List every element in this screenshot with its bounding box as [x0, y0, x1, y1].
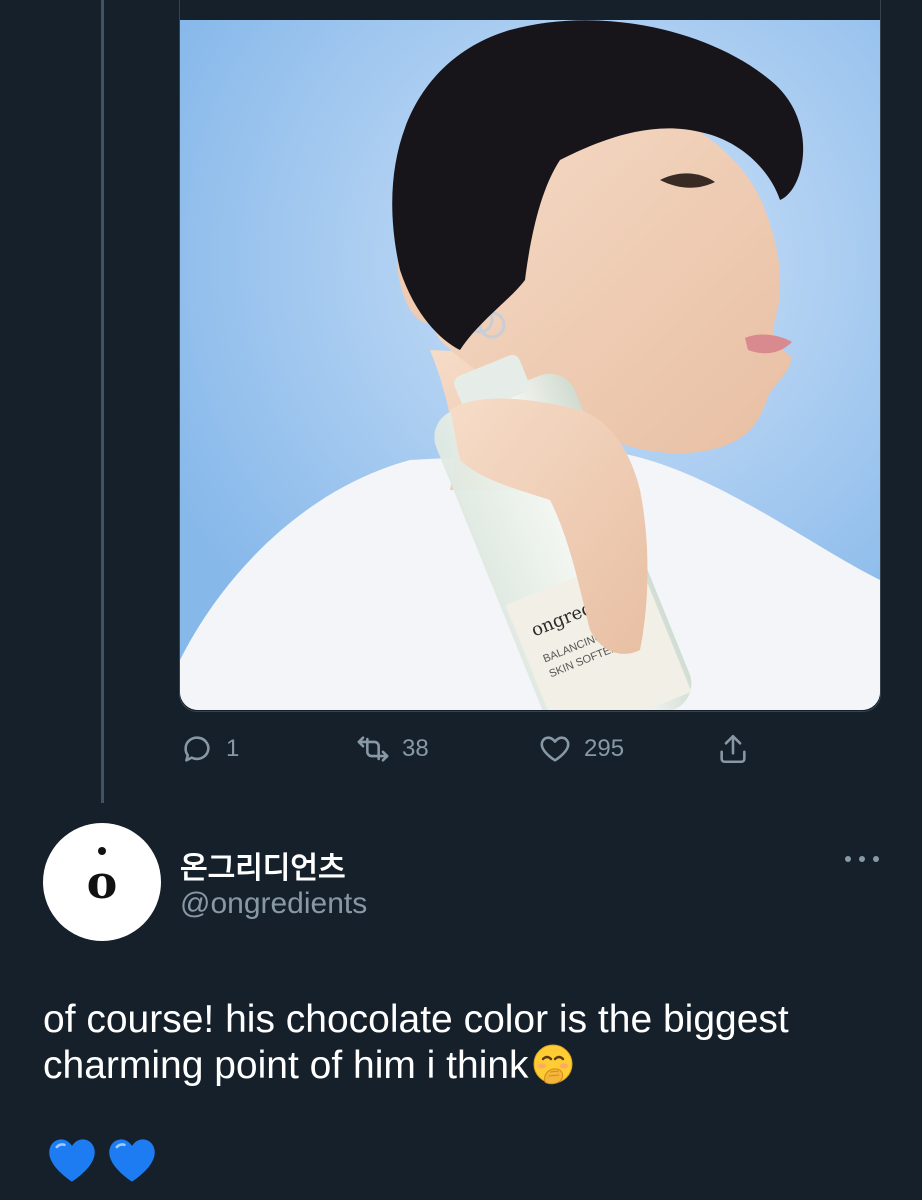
reply-count: 1	[226, 735, 240, 762]
blue-heart-icon	[106, 1136, 158, 1189]
trailing-emojis	[46, 1136, 158, 1189]
avatar-logo-dot	[98, 847, 106, 855]
share-button[interactable]	[716, 728, 762, 770]
tweet-thread-view: ongredients BALANCING SKIN SOFTENER 1 38…	[0, 0, 922, 1200]
reply-icon	[180, 732, 214, 766]
avatar-logo-letter: o	[86, 855, 118, 909]
retweet-icon	[356, 732, 390, 766]
reply-tweet-text: of course! his chocolate color is the bi…	[43, 998, 873, 1096]
like-button[interactable]: 295	[538, 728, 624, 770]
tweet-media-card[interactable]: ongredients BALANCING SKIN SOFTENER	[179, 0, 881, 712]
avatar[interactable]: o	[43, 823, 161, 941]
like-count: 295	[584, 735, 625, 762]
reply-text-body: of course! his chocolate color is the bi…	[43, 998, 789, 1087]
reply-button[interactable]: 1	[180, 728, 239, 770]
author-handle[interactable]: @ongredients	[180, 887, 367, 921]
share-icon	[716, 732, 750, 766]
blue-heart-icon	[46, 1136, 98, 1189]
retweet-count: 38	[402, 735, 429, 762]
face-with-hand-over-mouth-icon	[531, 1042, 575, 1096]
tweet-action-bar: 1 38 295	[180, 728, 780, 770]
more-options-icon[interactable]	[845, 847, 879, 871]
thread-connector-line	[101, 0, 104, 803]
avatar-logo: o	[87, 847, 117, 905]
reply-author-header: o 온그리디언츠 @ongredients	[43, 823, 879, 943]
author-display-name[interactable]: 온그리디언츠	[180, 843, 346, 887]
like-icon	[538, 732, 572, 766]
tweet-photo[interactable]: ongredients BALANCING SKIN SOFTENER	[180, 20, 880, 710]
retweet-button[interactable]: 38	[356, 728, 429, 770]
